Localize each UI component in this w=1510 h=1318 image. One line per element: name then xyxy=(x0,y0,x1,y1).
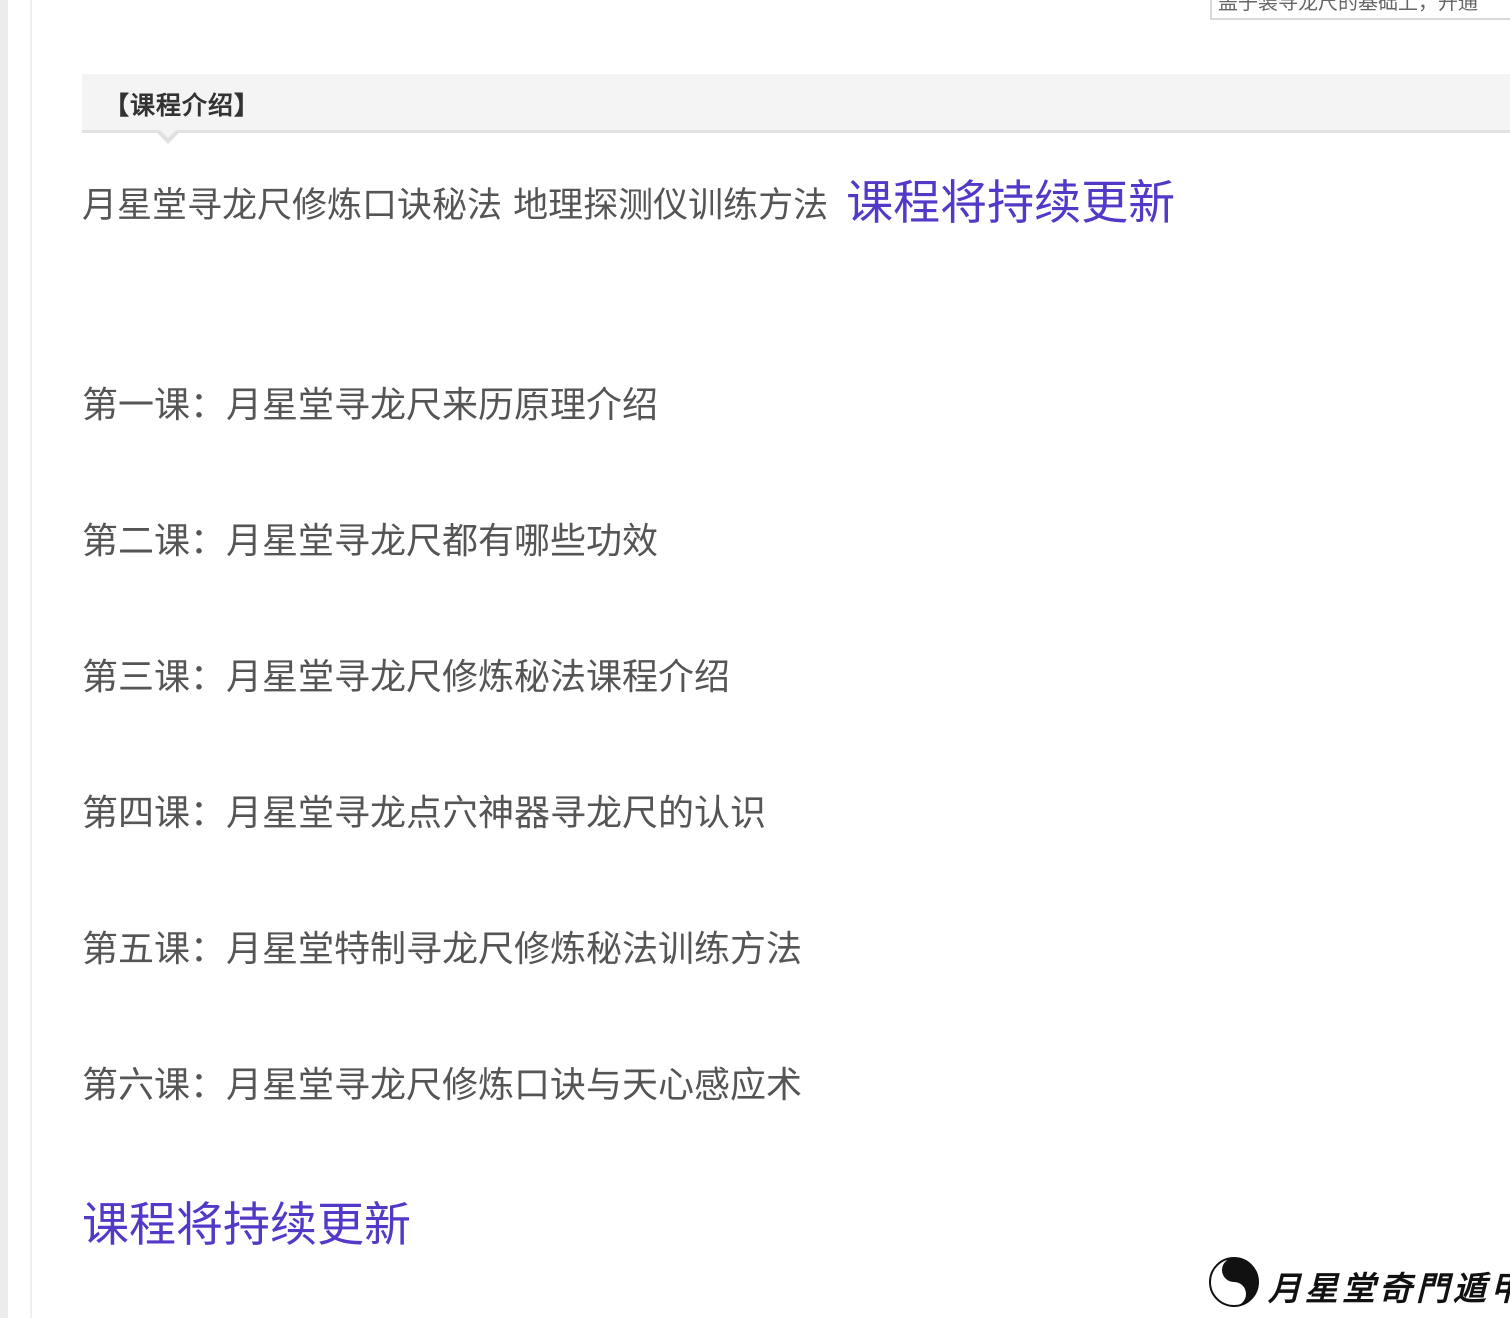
clipped-caption-text: 盖子装寻龙尺的基础上，开通 xyxy=(1218,0,1478,14)
update-notice: 课程将持续更新 xyxy=(846,176,1176,231)
clipped-image-caption: 盖子装寻龙尺的基础上，开通 xyxy=(1210,0,1510,20)
lesson-item-4: 第四课：月星堂寻龙点穴神器寻龙尺的认识 xyxy=(82,793,767,834)
section-title: 【课程介绍】 xyxy=(104,91,261,120)
footer-update-notice: 课程将持续更新 xyxy=(82,1198,411,1253)
lesson-item-2: 第二课：月星堂寻龙尺都有哪些功效 xyxy=(82,521,659,562)
header-pointer xyxy=(154,127,182,144)
watermark-text: 月星堂奇門遁甲 xyxy=(1268,1269,1510,1308)
course-intro-header: 【课程介绍】 xyxy=(82,74,1510,144)
left-gutter xyxy=(0,0,8,1318)
yin-yang-icon xyxy=(1209,1257,1259,1307)
lesson-item-3: 第三课：月星堂寻龙尺修炼秘法课程介绍 xyxy=(82,657,731,698)
intro-text: 月星堂寻龙尺修炼口诀秘法 地理探测仪训练方法 xyxy=(82,186,829,226)
lesson-item-1: 第一课：月星堂寻龙尺来历原理介绍 xyxy=(82,385,659,426)
article-page: 盖子装寻龙尺的基础上，开通 【课程介绍】 月星堂寻龙尺修炼口诀秘法 地理探测仪训… xyxy=(0,0,1510,1318)
lesson-item-6: 第六课：月星堂寻龙尺修炼口诀与天心感应术 xyxy=(82,1065,803,1106)
intro-line: 月星堂寻龙尺修炼口诀秘法 地理探测仪训练方法 课程将持续更新 xyxy=(82,164,1175,233)
left-divider xyxy=(30,0,32,1318)
lesson-item-5: 第五课：月星堂特制寻龙尺修炼秘法训练方法 xyxy=(82,929,803,970)
